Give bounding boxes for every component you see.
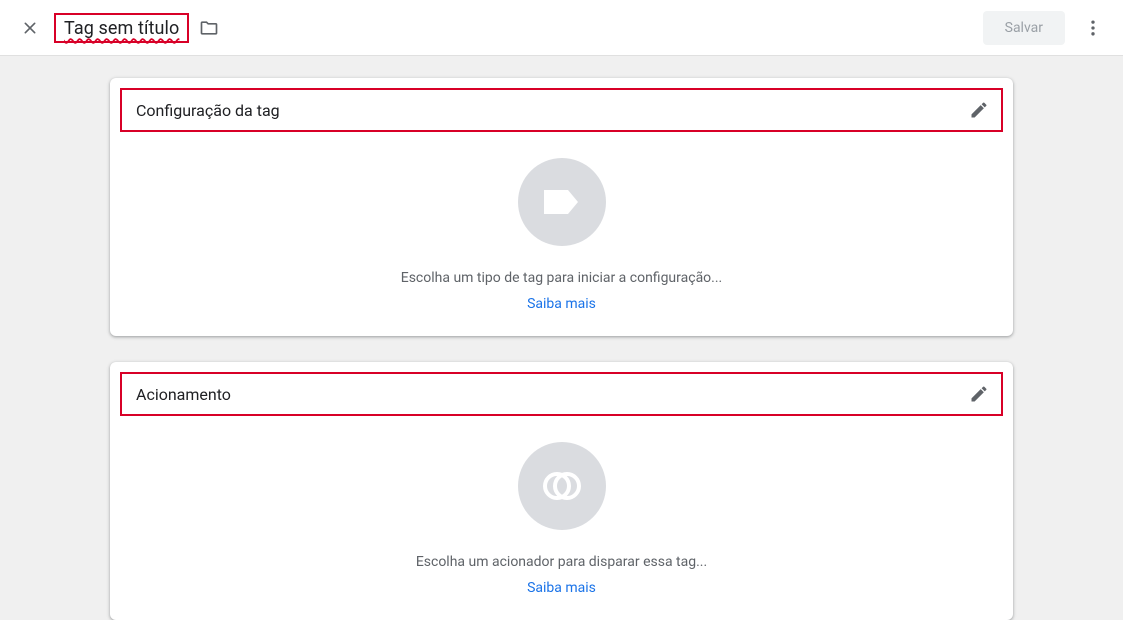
overlap-circles-icon	[540, 464, 584, 508]
close-button[interactable]	[12, 10, 48, 46]
tag-config-body: Escolha um tipo de tag para iniciar a co…	[120, 152, 1003, 312]
main-content: Configuração da tag Escolha um tipo de t…	[0, 56, 1123, 620]
trigger-body: Escolha um acionador para disparar essa …	[120, 436, 1003, 596]
trigger-title: Acionamento	[136, 385, 231, 404]
trigger-edit-button[interactable]	[969, 384, 989, 404]
save-button[interactable]: Salvar	[983, 11, 1065, 45]
trigger-card[interactable]: Acionamento Escolha um acionador para di…	[110, 362, 1013, 620]
top-bar: Tag sem título Salvar	[0, 0, 1123, 56]
tag-config-header: Configuração da tag	[120, 88, 1003, 132]
pencil-icon	[969, 384, 989, 404]
folder-icon	[199, 18, 219, 38]
tag-icon	[542, 188, 582, 216]
trigger-header: Acionamento	[120, 372, 1003, 416]
trigger-learn-more-link[interactable]: Saiba mais	[527, 580, 596, 596]
folder-button[interactable]	[199, 18, 219, 38]
tag-placeholder-circle	[518, 158, 606, 246]
tag-title-input[interactable]: Tag sem título	[64, 18, 179, 39]
title-highlight: Tag sem título	[54, 13, 189, 43]
trigger-placeholder-circle	[518, 442, 606, 530]
trigger-hint: Escolha um acionador para disparar essa …	[416, 554, 707, 570]
tag-config-hint: Escolha um tipo de tag para iniciar a co…	[401, 270, 723, 286]
kebab-menu-icon	[1083, 18, 1103, 38]
tag-config-card[interactable]: Configuração da tag Escolha um tipo de t…	[110, 78, 1013, 336]
more-menu-button[interactable]	[1075, 10, 1111, 46]
tag-config-edit-button[interactable]	[969, 100, 989, 120]
pencil-icon	[969, 100, 989, 120]
tag-config-title: Configuração da tag	[136, 101, 280, 120]
tag-config-learn-more-link[interactable]: Saiba mais	[527, 296, 596, 312]
close-icon	[22, 20, 38, 36]
